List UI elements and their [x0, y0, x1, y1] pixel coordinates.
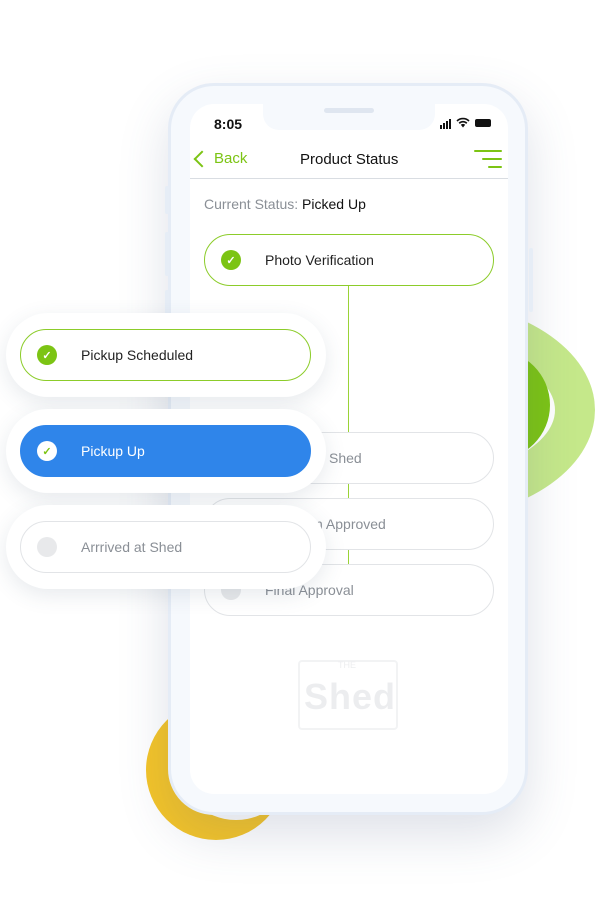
phone-speaker: [324, 108, 374, 113]
status-step-arrived-at-shed[interactable]: Arrrived at Shed: [20, 521, 311, 573]
timeline-step-label: Photo Verification: [265, 252, 374, 268]
status-step-label: Pickup Up: [81, 443, 145, 459]
phone-side-button: [165, 186, 169, 214]
current-status-value: Picked Up: [302, 196, 366, 212]
logo-the: THE: [338, 660, 356, 670]
menu-icon[interactable]: [474, 149, 502, 169]
signal-icon: [440, 118, 451, 129]
check-icon: ✓: [37, 345, 57, 365]
battery-icon: [475, 119, 491, 127]
current-status-label: Current Status:: [204, 196, 299, 212]
check-icon: ✓: [221, 250, 241, 270]
status-step-pickup-up[interactable]: ✓ Pickup Up: [20, 425, 311, 477]
phone-power-button: [529, 248, 533, 312]
timeline-step-label: n Approved: [315, 516, 386, 532]
status-time: 8:05: [214, 116, 243, 132]
chevron-left-icon: [193, 150, 211, 167]
wifi-icon: [456, 117, 470, 130]
timeline-step[interactable]: ✓ Photo Verification: [204, 234, 494, 286]
status-step-label: Arrrived at Shed: [81, 539, 183, 555]
check-icon: ✓: [37, 441, 57, 461]
back-label: Back: [214, 150, 248, 167]
pending-dot-icon: [37, 537, 57, 557]
current-status: Current Status: Picked Up: [204, 196, 366, 212]
page-title: Product Status: [300, 151, 399, 168]
timeline-step-label: Shed: [329, 450, 362, 466]
phone-side-button: [165, 232, 169, 276]
logo-word: Shed: [304, 676, 397, 717]
status-step-label: Pickup Scheduled: [81, 347, 194, 363]
status-step-pickup-scheduled[interactable]: ✓ Pickup Scheduled: [20, 329, 311, 381]
status-icons: [440, 116, 491, 130]
nav-divider: [190, 178, 508, 179]
back-button[interactable]: Back: [193, 150, 248, 167]
shed-logo-watermark: THE Shed: [298, 660, 398, 730]
